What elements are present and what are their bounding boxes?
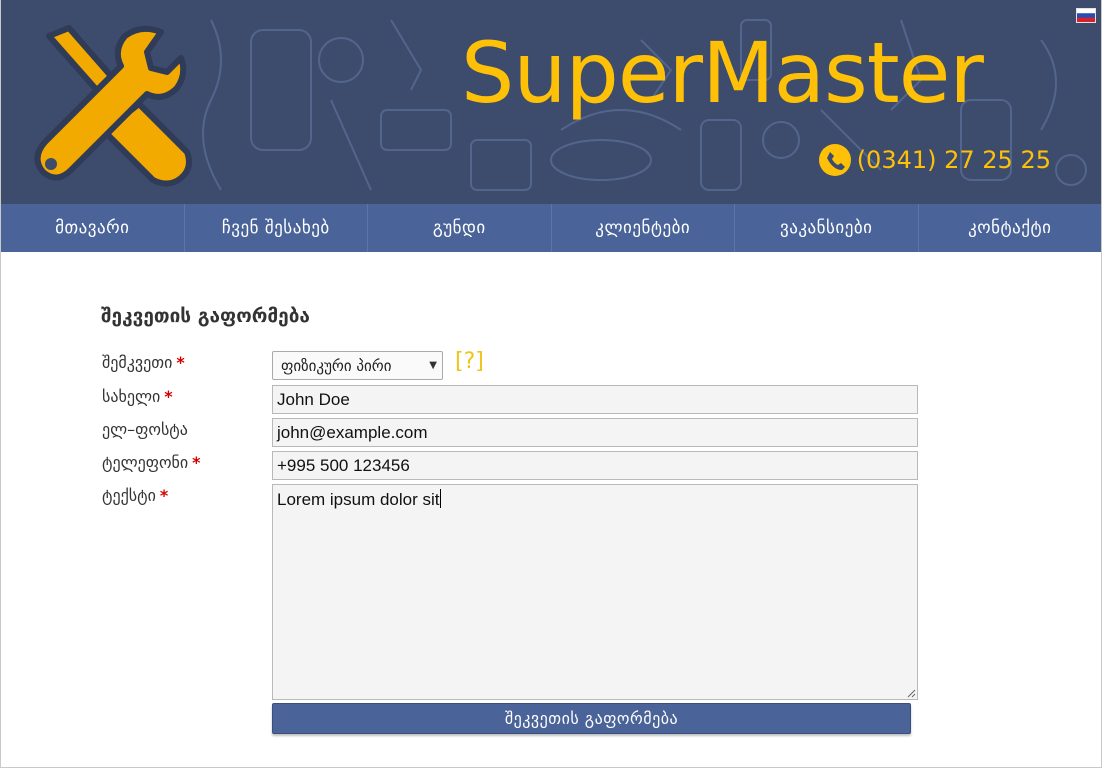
required-mark: * [159,486,169,505]
brand-name: SuperMaster [461,24,984,122]
email-label: ელ–ფოსტა [102,420,188,439]
site-header: SuperMaster (0341) 27 25 25 [1,0,1101,204]
russian-flag-icon[interactable] [1076,8,1096,23]
customer-label: შემკვეთი * [102,353,185,372]
phone-label: ტელეფონი * [102,453,201,472]
nav-item-vacancies[interactable]: ვაკანსიები [734,204,918,252]
name-input[interactable]: John Doe [272,385,918,414]
nav-item-contact[interactable]: კონტაქტი [917,204,1102,252]
main-nav: მთავარი ჩვენ შესახებ გუნდი კლიენტები ვაკ… [1,204,1101,252]
email-input[interactable]: john@example.com [272,418,918,447]
phone-icon [818,144,851,176]
form-title: შეკვეთის გაფორმება [101,305,310,327]
header-phone: (0341) 27 25 25 [818,143,1051,177]
customer-type-select[interactable]: ფიზიკური პირი ▼ [272,351,443,380]
text-label: ტექსტი * [102,486,169,505]
phone-number: (0341) 27 25 25 [856,146,1051,174]
name-label: სახელი * [102,387,173,406]
text-caret [439,489,441,508]
submit-order-button[interactable]: შეკვეთის გაფორმება [272,703,911,734]
nav-item-team[interactable]: გუნდი [367,204,551,252]
dropdown-arrow-icon: ▼ [429,360,437,371]
required-mark: * [164,387,173,406]
message-textarea[interactable]: Lorem ipsum dolor sit [272,484,918,700]
nav-item-home[interactable]: მთავარი [1,204,184,252]
phone-input[interactable]: +995 500 123456 [272,451,918,480]
resize-handle-icon[interactable] [906,688,916,698]
required-mark: * [192,453,201,472]
customer-type-selected: ფიზიკური პირი [281,356,392,375]
wrench-screwdriver-logo-icon [34,25,192,187]
customer-help-link[interactable]: [?] [455,349,484,374]
nav-item-clients[interactable]: კლიენტები [550,204,735,252]
nav-item-about[interactable]: ჩვენ შესახებ [183,204,368,252]
message-text: Lorem ipsum dolor sit [277,490,440,509]
required-mark: * [176,353,185,372]
